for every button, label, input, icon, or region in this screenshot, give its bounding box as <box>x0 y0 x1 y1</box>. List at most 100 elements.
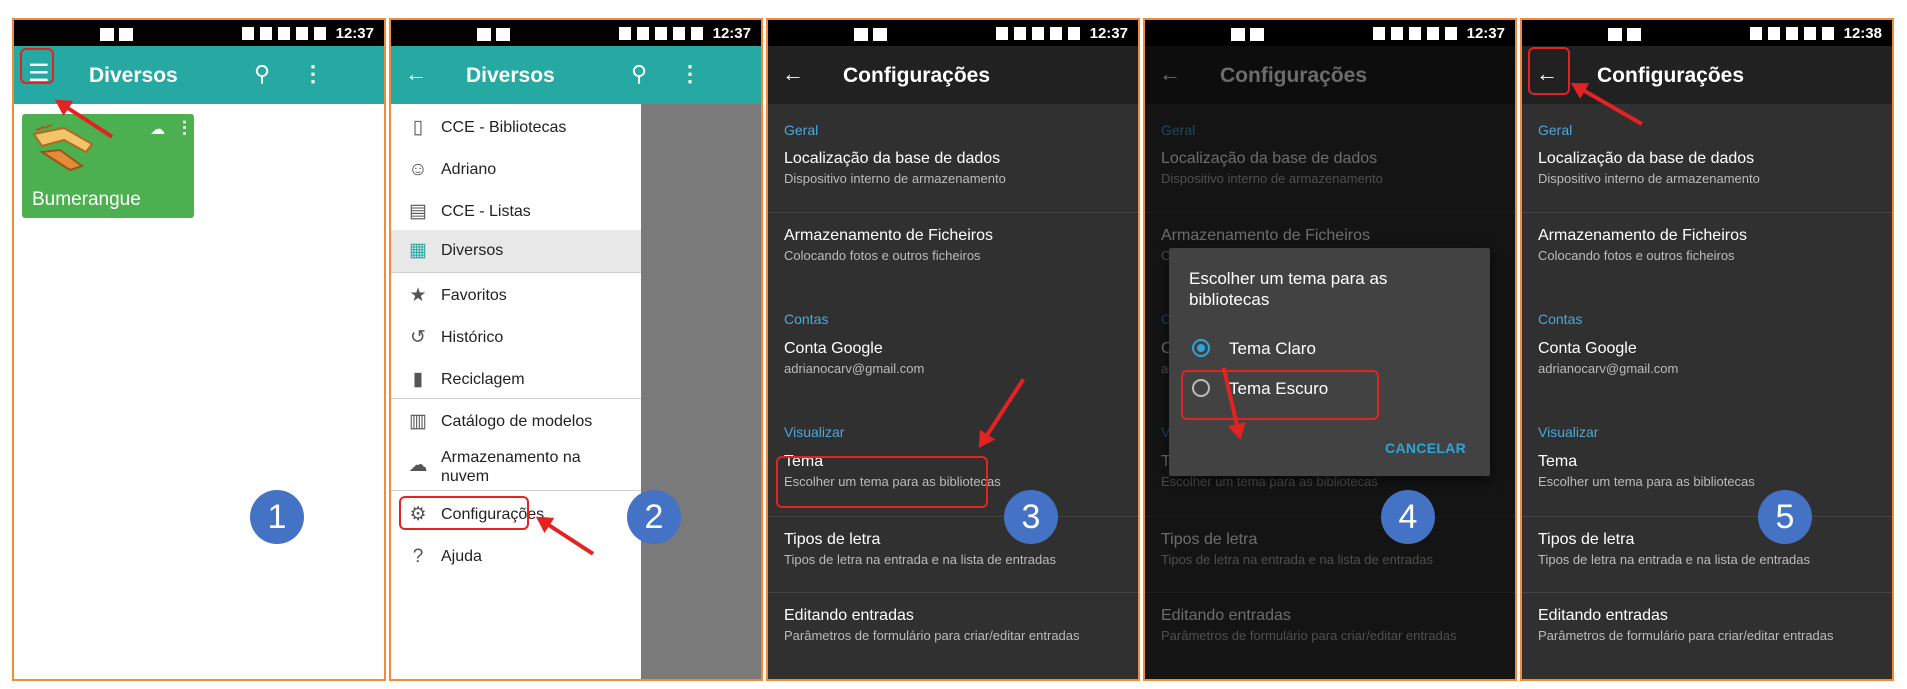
pref-editing[interactable]: Editando entradas Parâmetros de formulár… <box>1522 593 1892 669</box>
status-time: 12:37 <box>335 24 374 42</box>
pref-title: Localização da base de dados <box>784 150 1001 167</box>
highlight-configuracoes <box>399 496 529 530</box>
status-bar: 12:37 <box>1145 20 1515 46</box>
section-header-visualizar: Visualizar <box>1538 424 1599 440</box>
panel-4-theme-dialog: 12:37 ← Configurações Geral Localização … <box>1143 18 1517 681</box>
theme-dialog: Escolher um tema para as bibliotecas Tem… <box>1169 248 1490 476</box>
toolbar-title: Diversos <box>466 64 555 87</box>
overflow-menu-icon[interactable]: ⋮ <box>679 61 701 87</box>
pref-summary: Dispositivo interno de armazenamento <box>1538 171 1760 186</box>
overflow-menu-icon[interactable]: ⋮ <box>302 61 324 87</box>
library-content: ☁ ⋮ Bumerangue <box>14 104 384 679</box>
status-bar: 12:38 <box>1522 20 1892 46</box>
section-header-visualizar: Visualizar <box>784 424 845 440</box>
drawer-item-label: Armazenamento na nuvem <box>441 449 581 485</box>
settings-list: Geral Localização da base de dados Dispo… <box>1522 104 1892 679</box>
radio-tema-claro[interactable]: Tema Claro <box>1189 328 1469 368</box>
highlight-menu-button <box>20 48 54 84</box>
pref-summary: adrianocarv@gmail.com <box>784 361 925 376</box>
radio-label: Tema Claro <box>1229 339 1316 358</box>
history-icon: ↺ <box>410 327 426 348</box>
app-toolbar: ☰ Diversos ⚲ ⋮ <box>14 46 384 104</box>
drawer-item-label: Reciclagem <box>441 371 525 388</box>
panel-5-settings-back: 12:38 ← Configurações Geral Localização … <box>1520 18 1894 681</box>
pref-file-storage[interactable]: Armazenamento de Ficheiros Colocando fot… <box>1522 213 1892 289</box>
pref-theme[interactable]: Tema Escolher um tema para as biblioteca… <box>1522 439 1892 515</box>
app-toolbar: ← Diversos ⚲ ⋮ <box>391 46 761 104</box>
drawer-item-favoritos[interactable]: ★ Favoritos <box>391 272 641 320</box>
step-badge: 4 <box>1381 490 1435 544</box>
section-header-contas: Contas <box>784 311 829 327</box>
highlight-back-button <box>1528 47 1570 95</box>
drawer-item-label: Adriano <box>441 161 497 178</box>
pref-google-account[interactable]: Conta Google adrianocarv@gmail.com <box>1522 326 1892 402</box>
panel-1-library: 12:37 ☰ Diversos ⚲ ⋮ ☁ ⋮ Bumerangue 1 <box>12 18 386 681</box>
panel-3-settings: 12:37 ← Configurações Geral Localização … <box>766 18 1140 681</box>
navigation-drawer: ▯ CCE - Bibliotecas ☺ Adriano ▤ CCE - Li… <box>391 104 641 679</box>
drawer-item-reciclagem[interactable]: ▮ Reciclagem <box>391 356 641 404</box>
pref-summary: Dispositivo interno de armazenamento <box>784 171 1006 186</box>
boomerang-image <box>32 124 94 172</box>
drawer-item-label: Catálogo de modelos <box>441 413 593 430</box>
drawer-item-label: Favoritos <box>441 287 507 304</box>
pref-title: Localização da base de dados <box>1538 150 1755 167</box>
search-icon[interactable]: ⚲ <box>254 61 270 87</box>
drawer-item-adriano[interactable]: ☺ Adriano <box>391 146 641 194</box>
drawer-item-label: CCE - Bibliotecas <box>441 119 567 136</box>
pref-title: Conta Google <box>784 340 883 357</box>
radio-checked-icon <box>1192 339 1210 357</box>
drawer-scrim[interactable] <box>641 104 761 679</box>
card-overflow-icon[interactable]: ⋮ <box>176 118 193 138</box>
section-header-contas: Contas <box>1538 311 1583 327</box>
pref-title: Editando entradas <box>1538 607 1668 624</box>
status-bar: 12:37 <box>768 20 1138 46</box>
status-time: 12:37 <box>1089 24 1128 42</box>
library-card[interactable]: ☁ ⋮ Bumerangue <box>22 114 194 218</box>
pref-editing[interactable]: Editando entradas Parâmetros de formulár… <box>768 593 1138 669</box>
dialog-title: Escolher um tema para as bibliotecas <box>1189 269 1388 309</box>
drawer-item-catalogo[interactable]: ▥ Catálogo de modelos <box>391 398 641 446</box>
drawer-item-label: CCE - Listas <box>441 203 531 220</box>
search-icon[interactable]: ⚲ <box>631 61 647 87</box>
pref-summary: Colocando fotos e outros ficheiros <box>784 248 981 263</box>
pref-fonts[interactable]: Tipos de letra Tipos de letra na entrada… <box>1522 517 1892 593</box>
drawer-item-label: Histórico <box>441 329 504 346</box>
pref-summary: Parâmetros de formulário para criar/edit… <box>1538 628 1834 643</box>
pref-summary: Parâmetros de formulário para criar/edit… <box>784 628 1080 643</box>
pref-db-location[interactable]: Localização da base de dados Dispositivo… <box>768 136 1138 212</box>
pref-fonts[interactable]: Tipos de letra Tipos de letra na entrada… <box>768 517 1138 593</box>
step-badge: 1 <box>250 490 304 544</box>
pref-google-account[interactable]: Conta Google adrianocarv@gmail.com <box>768 326 1138 402</box>
help-icon: ? <box>412 546 424 567</box>
status-time: 12:38 <box>1843 24 1882 42</box>
pref-file-storage[interactable]: Armazenamento de Ficheiros Colocando fot… <box>768 213 1138 289</box>
smiley-icon: ☺ <box>408 159 428 180</box>
drawer-item-historico[interactable]: ↺ Histórico <box>391 314 641 362</box>
pref-title: Tipos de letra <box>1538 531 1635 548</box>
star-icon: ★ <box>409 285 427 306</box>
drawer-item-armazenamento-nuvem[interactable]: ☁ Armazenamento na nuvem <box>391 442 641 490</box>
cloud-icon: ☁ <box>150 121 165 138</box>
drawer-item-diversos[interactable]: ▦ Diversos <box>391 230 641 272</box>
pref-summary: Tipos de letra na entrada e na lista de … <box>784 552 1056 567</box>
pref-title: Tipos de letra <box>784 531 881 548</box>
status-time: 12:37 <box>1466 24 1505 42</box>
cloud-icon: ☁ <box>408 455 428 476</box>
highlight-theme <box>776 456 988 508</box>
pref-title: Armazenamento de Ficheiros <box>1538 227 1747 244</box>
cancel-button[interactable]: CANCELAR <box>1385 440 1466 456</box>
pref-summary: Colocando fotos e outros ficheiros <box>1538 248 1735 263</box>
back-arrow-icon[interactable]: ← <box>405 61 427 87</box>
drawer-item-cce-listas[interactable]: ▤ CCE - Listas <box>391 188 641 236</box>
toolbar-title: Configurações <box>1597 64 1745 87</box>
app-toolbar: ← Configurações <box>768 46 1138 104</box>
pref-db-location[interactable]: Localização da base de dados Dispositivo… <box>1522 136 1892 212</box>
catalog-icon: ▥ <box>409 411 427 432</box>
drawer-item-cce-bibliotecas[interactable]: ▯ CCE - Bibliotecas <box>391 104 641 152</box>
back-arrow-icon[interactable]: ← <box>782 61 804 87</box>
card-title: Bumerangue <box>32 189 141 210</box>
settings-list: Geral Localização da base de dados Dispo… <box>768 104 1138 679</box>
panel-2-drawer: 12:37 ← Diversos ⚲ ⋮ ▯ CCE - Bibliotecas… <box>389 18 763 681</box>
clipboard-icon: ▤ <box>409 201 427 222</box>
drawer-item-ajuda[interactable]: ? Ajuda <box>391 533 641 581</box>
